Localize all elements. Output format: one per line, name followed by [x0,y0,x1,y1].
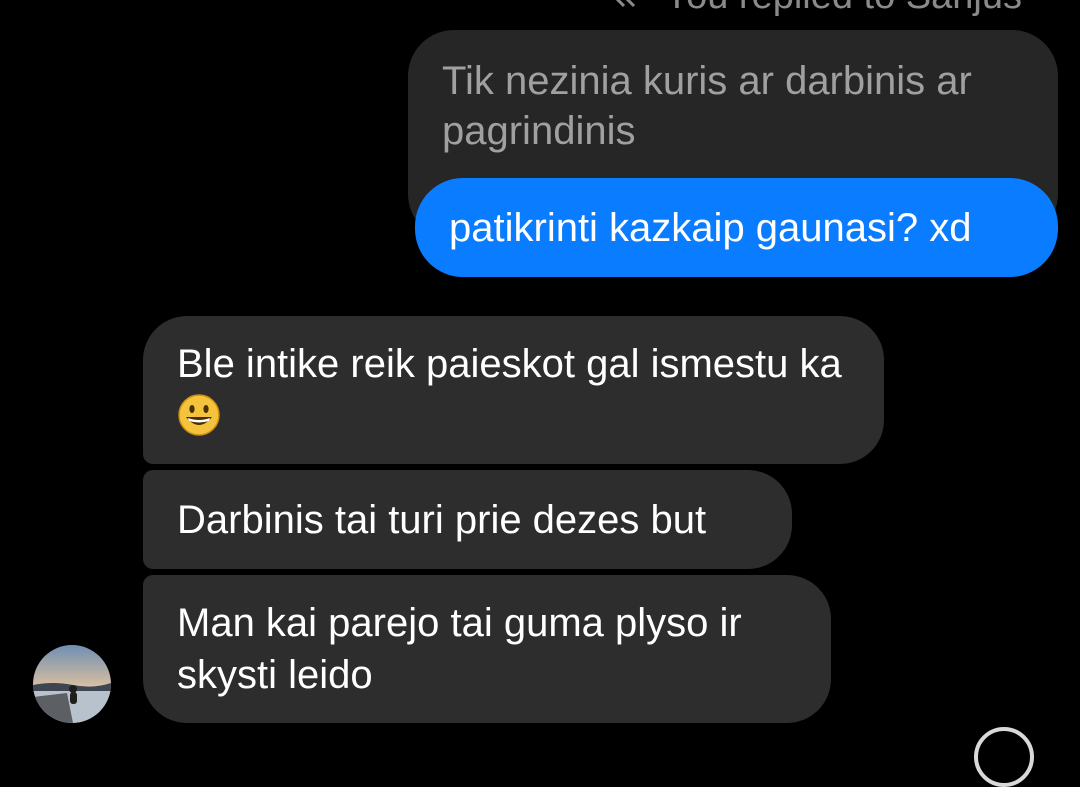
sent-message-text: patikrinti kazkaip gaunasi? xd [449,206,972,250]
grinning-face-emoji-icon [177,393,221,437]
received-message-text: Darbinis tai turi prie dezes but [177,498,707,542]
received-message-text: Ble intike reik paieskot gal ismestu ka [177,342,842,386]
received-message-text: Man kai parejo tai guma plyso ir skysti … [177,601,742,697]
reply-context-header: You replied to Sanjus [610,0,1022,16]
sent-message-bubble[interactable]: patikrinti kazkaip gaunasi? xd [415,178,1058,277]
reply-arrow-icon [610,0,655,17]
sender-avatar[interactable] [33,645,111,723]
received-message-bubble[interactable]: Darbinis tai turi prie dezes but [143,470,792,569]
received-message-bubble[interactable]: Ble intike reik paieskot gal ismestu ka [143,316,884,464]
corner-ui-element [974,727,1034,787]
reply-context-text: You replied to Sanjus [664,0,1022,17]
quoted-message-text: Tik nezinia kuris ar darbinis ar pagrind… [442,59,972,153]
received-message-bubble[interactable]: Man kai parejo tai guma plyso ir skysti … [143,575,831,723]
